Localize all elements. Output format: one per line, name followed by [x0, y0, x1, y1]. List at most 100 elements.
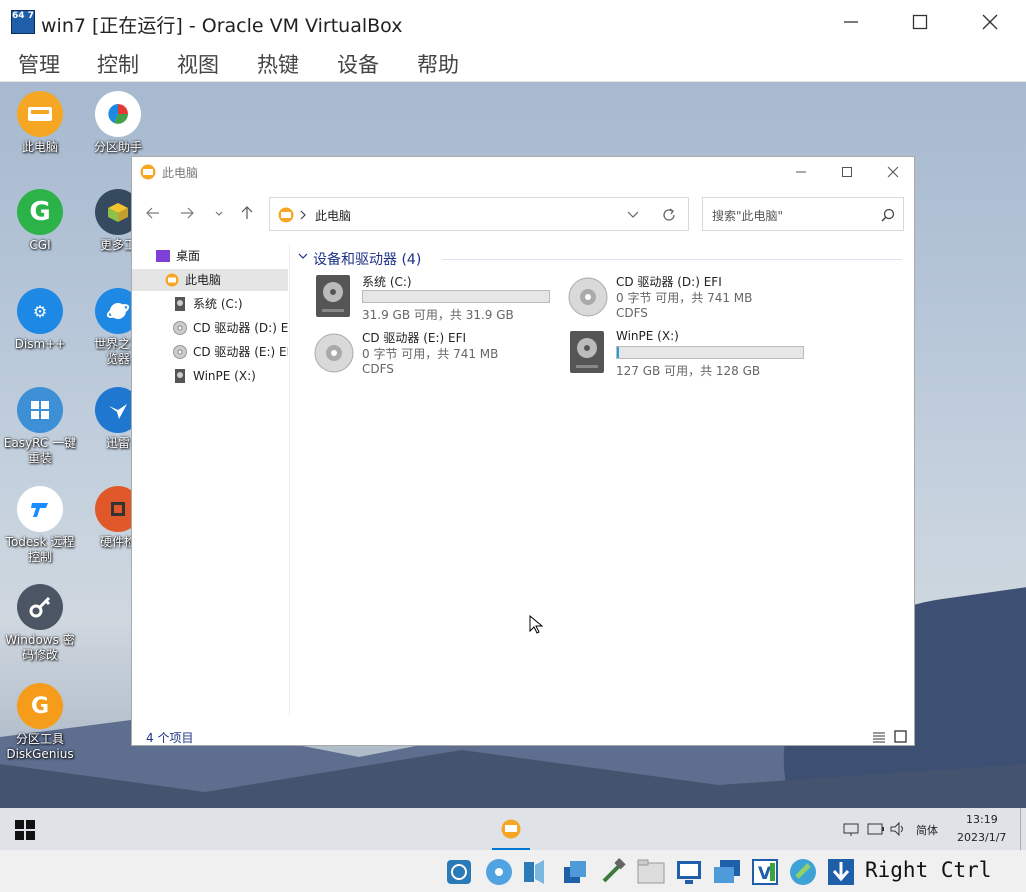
desktop-icon-easyrc[interactable]: EasyRC 一键 重装 — [0, 387, 80, 466]
drive-info: 0 字节 可用，共 741 MB — [616, 291, 753, 305]
virtualbox-window: 64 7 win7 [正在运行] - Oracle VM VirtualBox … — [0, 0, 1026, 892]
video-capture-status-icon[interactable] — [712, 857, 742, 887]
network-icon[interactable] — [843, 823, 859, 837]
navigation-bar: 此电脑 搜索"此电脑" — [132, 197, 914, 233]
network-status-icon[interactable] — [560, 857, 590, 887]
desktop-icon-diskgenius[interactable]: G 分区工具 DiskGenius — [0, 683, 80, 762]
desktop-icon-label: Dism++ — [14, 337, 66, 351]
close-button[interactable] — [967, 4, 1013, 40]
sidebar-item-drive-c[interactable]: 系统 (C:) — [132, 293, 288, 315]
drive-tile-c[interactable]: 系统 (C:) 31.9 GB 可用，共 31.9 GB — [312, 273, 562, 323]
taskbar: 简体 13:19 2023/1/7 — [0, 808, 1026, 850]
maximize-icon — [842, 167, 852, 177]
todesk-icon — [17, 486, 63, 532]
sidebar-item-drive-x[interactable]: WinPE (X:) — [132, 365, 288, 387]
chevron-down-icon[interactable] — [298, 253, 308, 261]
recent-locations-button[interactable] — [208, 205, 230, 225]
sidebar-item-desktop[interactable]: 桌面 — [132, 245, 288, 267]
explorer-maximize-button[interactable] — [824, 157, 870, 187]
navigation-pane: 桌面 此电脑 系统 (C:) CD 驱动器 (D:) EF CD 驱动器 (E:… — [132, 245, 290, 715]
maximize-button[interactable] — [897, 4, 943, 40]
key-icon — [17, 584, 63, 630]
chevron-right-icon — [300, 210, 306, 220]
this-pc-icon — [278, 207, 294, 223]
guest-screen[interactable]: 此电脑 分区助手 G CGI 更多工 ⚙ Dism++ 世界之窗 览器 Easy… — [0, 82, 1026, 850]
keyboard-capture-status-icon[interactable] — [826, 857, 856, 887]
sidebar-item-drive-e[interactable]: CD 驱动器 (E:) EF — [132, 341, 288, 363]
clock-time[interactable]: 13:19 — [966, 813, 998, 826]
drive-name: CD 驱动器 (D:) EFI — [616, 275, 722, 289]
drive-info: 127 GB 可用，共 128 GB — [616, 364, 761, 378]
arrow-left-icon — [146, 207, 159, 219]
minimize-icon — [796, 171, 806, 173]
audio-status-icon[interactable] — [520, 857, 550, 887]
up-button[interactable] — [236, 205, 258, 225]
usb-status-icon[interactable] — [598, 857, 628, 887]
desktop-icon-todesk[interactable]: Todesk 远程 控制 — [0, 486, 80, 565]
drive-usage-bar — [616, 346, 804, 359]
explorer-minimize-button[interactable] — [778, 157, 824, 187]
windows-start-icon[interactable] — [15, 820, 35, 840]
drive-tile-d[interactable]: CD 驱动器 (D:) EFI 0 字节 可用，共 741 MB CDFS — [566, 273, 816, 323]
details-view-icon[interactable] — [872, 731, 886, 743]
desktop-icon-dism[interactable]: ⚙ Dism++ — [0, 288, 80, 352]
show-desktop-button[interactable] — [1020, 808, 1026, 850]
drive-name: CD 驱动器 (E:) EFI — [362, 331, 467, 345]
group-header[interactable]: 设备和驱动器 (4) — [313, 249, 421, 269]
battery-icon[interactable] — [867, 823, 885, 835]
forward-button[interactable] — [176, 205, 198, 225]
this-pc-icon — [501, 819, 521, 839]
mouse-integration-status-icon[interactable] — [788, 857, 818, 887]
address-bar[interactable]: 此电脑 — [269, 197, 689, 231]
explorer-close-button[interactable] — [870, 157, 916, 187]
taskbar-explorer-button[interactable] — [492, 808, 530, 850]
sidebar-item-label: 桌面 — [176, 249, 201, 263]
ime-indicator[interactable]: 简体 — [916, 822, 938, 838]
display-status-icon[interactable] — [674, 857, 704, 887]
optical-drive-status-icon[interactable] — [484, 857, 514, 887]
group-divider — [442, 259, 902, 260]
arrow-up-icon — [241, 206, 253, 219]
search-icon[interactable] — [881, 208, 895, 222]
drive-info: 0 字节 可用，共 741 MB — [362, 347, 499, 361]
sidebar-item-drive-d[interactable]: CD 驱动器 (D:) EF — [132, 317, 288, 339]
sidebar-item-label: CD 驱动器 (E:) EF — [193, 345, 288, 359]
drive-tile-x[interactable]: WinPE (X:) 127 GB 可用，共 128 GB — [566, 329, 816, 379]
minimize-button[interactable] — [828, 4, 874, 40]
cd-drive-icon — [568, 277, 608, 317]
hard-drive-icon — [175, 369, 185, 383]
menu-control[interactable]: 控制 — [97, 49, 139, 79]
menu-view[interactable]: 视图 — [177, 49, 219, 79]
address-text: 此电脑 — [315, 209, 352, 223]
back-button[interactable] — [142, 205, 164, 225]
this-pc-icon — [165, 273, 179, 287]
volume-icon[interactable] — [890, 822, 908, 836]
desktop-icon-label: Windows 密 码修改 — [5, 633, 75, 662]
large-icons-view-icon[interactable] — [894, 730, 907, 743]
drive-filesystem: CDFS — [616, 306, 648, 320]
menu-manage[interactable]: 管理 — [18, 49, 60, 79]
shared-folders-status-icon[interactable] — [636, 857, 666, 887]
virtualization-status-icon[interactable]: V — [750, 857, 780, 887]
easyrc-icon — [17, 387, 63, 433]
menu-help[interactable]: 帮助 — [417, 49, 459, 79]
desktop-icon-this-pc[interactable]: 此电脑 — [0, 91, 80, 155]
refresh-icon[interactable] — [662, 208, 676, 222]
cd-drive-icon — [173, 321, 187, 335]
explorer-window: 此电脑 此电脑 搜索"此电脑" 桌面 此电脑 系统 (C:) CD 驱动器 (D… — [131, 156, 915, 746]
desktop-icon-label: 此电脑 — [21, 140, 58, 154]
hard-disk-status-icon[interactable] — [444, 857, 474, 887]
clock-date[interactable]: 2023/1/7 — [957, 831, 1006, 844]
search-box[interactable]: 搜索"此电脑" — [702, 197, 904, 231]
desktop-icon-partition-assistant[interactable]: 分区助手 — [78, 91, 158, 155]
desktop-icon-cgi[interactable]: G CGI — [0, 189, 80, 253]
title-bar: 64 7 win7 [正在运行] - Oracle VM VirtualBox — [0, 0, 1026, 44]
chevron-down-icon[interactable] — [627, 211, 639, 219]
desktop-icon-windows-password[interactable]: Windows 密 码修改 — [0, 584, 80, 663]
drive-tile-e[interactable]: CD 驱动器 (E:) EFI 0 字节 可用，共 741 MB CDFS — [312, 329, 562, 379]
menu-devices[interactable]: 设备 — [337, 49, 379, 79]
drive-info: 31.9 GB 可用，共 31.9 GB — [362, 308, 514, 322]
menu-hotkeys[interactable]: 热键 — [257, 49, 299, 79]
sidebar-item-this-pc[interactable]: 此电脑 — [132, 269, 288, 291]
drive-usage-fill — [617, 347, 619, 358]
